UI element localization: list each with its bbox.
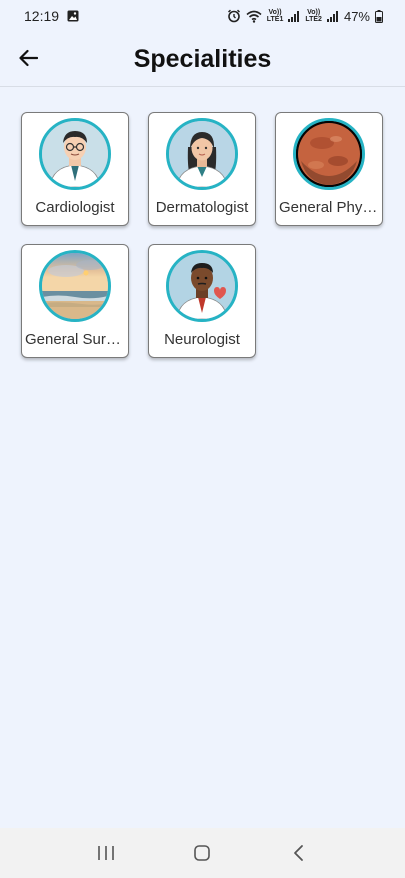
speciality-card-cardiologist[interactable]: Cardiologist (21, 112, 129, 226)
battery-percent: 47% (343, 8, 370, 24)
planet-avatar (293, 118, 365, 190)
home-button[interactable] (182, 833, 222, 873)
sim1-label: Vo)) LTE1 (266, 9, 284, 23)
home-icon (194, 845, 211, 861)
speciality-card-general-physician[interactable]: General Physician (275, 112, 383, 226)
recent-apps-icon (98, 846, 114, 860)
status-bar: 12:19 Vo)) LTE1 Vo)) LTE2 47% (0, 0, 405, 32)
speciality-card-general-surgeon[interactable]: General Surgeon (21, 244, 129, 358)
speciality-label: Dermatologist (155, 199, 249, 216)
doctor-female-image (169, 121, 235, 187)
wifi-icon (246, 10, 262, 23)
speciality-label: Cardiologist (35, 199, 115, 216)
alarm-icon (227, 9, 240, 23)
nav-back-button[interactable] (279, 833, 319, 873)
speciality-label: General Surgeon (25, 331, 125, 348)
doctor-glasses-image (42, 121, 108, 187)
planet-mars-image (296, 121, 362, 187)
back-button[interactable] (14, 44, 42, 72)
speciality-label: General Physician (279, 199, 379, 216)
page-title: Specialities (133, 44, 272, 73)
speciality-card-neurologist[interactable]: Neurologist (148, 244, 256, 358)
recent-apps-button[interactable] (86, 833, 126, 873)
battery-icon (375, 9, 383, 23)
doctor-avatar (39, 118, 111, 190)
speciality-card-dermatologist[interactable]: Dermatologist (148, 112, 256, 226)
doctor-heart-image (169, 253, 235, 319)
signal-icon (326, 10, 338, 22)
signal-icon (288, 10, 300, 22)
arrow-left-icon (19, 49, 38, 67)
beach-avatar (39, 250, 111, 322)
speciality-label: Neurologist (164, 331, 240, 348)
system-nav-bar (0, 828, 405, 878)
back-icon (293, 845, 303, 861)
specialities-grid: Cardiologist Dermatologist General Physi… (21, 112, 391, 358)
doctor-avatar (166, 118, 238, 190)
status-time: 12:19 (24, 8, 60, 24)
doctor-avatar (166, 250, 238, 322)
beach-sunset-image (42, 253, 108, 319)
sim2-label: Vo)) LTE2 (305, 9, 322, 23)
app-bar: Specialities (0, 32, 405, 87)
gallery-icon (67, 10, 79, 22)
